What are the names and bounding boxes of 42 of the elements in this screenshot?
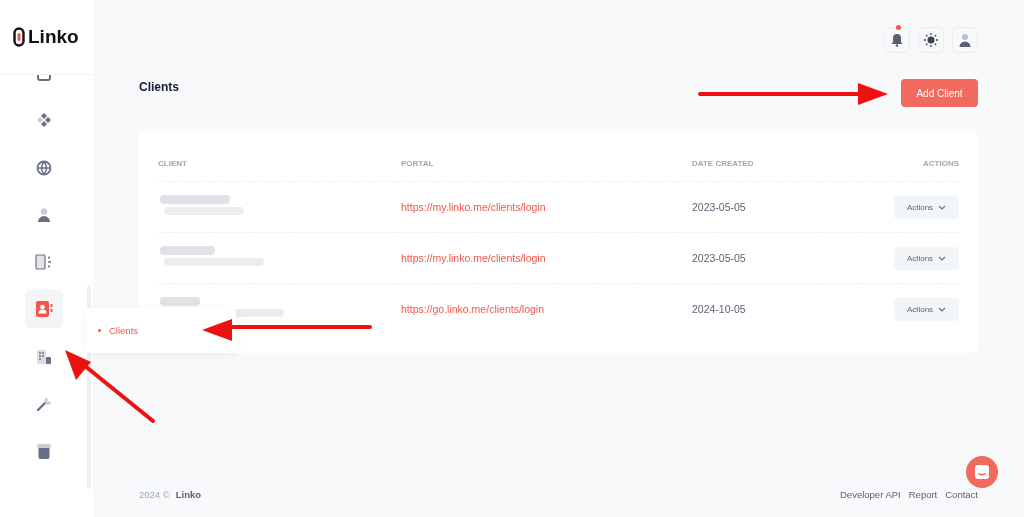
globe-icon xyxy=(36,159,52,176)
portal-link[interactable]: https://go.linko.me/clients/login xyxy=(401,303,692,315)
column-header: ACTIONS xyxy=(922,158,959,168)
page-title: Clients xyxy=(139,79,179,94)
date-created: 2023-05-05 xyxy=(692,201,747,213)
chat-button[interactable] xyxy=(966,456,998,488)
brand-name: Linko xyxy=(28,26,79,48)
chat-icon xyxy=(974,464,990,480)
chevron-down-icon xyxy=(938,306,947,312)
footer-link[interactable]: Report xyxy=(908,489,938,517)
contact-card-icon xyxy=(35,300,53,319)
copyright-year: 2024 © xyxy=(139,489,170,502)
chevron-down-icon xyxy=(938,255,947,261)
building-icon xyxy=(36,348,52,365)
portal-link[interactable]: https://my.linko.me/clients/login xyxy=(401,201,692,213)
profile-button[interactable] xyxy=(952,27,978,53)
user-icon xyxy=(959,33,971,47)
logo-icon xyxy=(13,27,25,47)
chevron-down-icon xyxy=(938,204,947,210)
actions-dropdown[interactable]: Actions xyxy=(894,246,959,270)
actions-dropdown[interactable]: Actions xyxy=(894,195,959,219)
theme-button[interactable] xyxy=(918,27,944,53)
user-icon xyxy=(36,206,52,223)
column-header: CLIENT xyxy=(158,158,188,168)
column-header: PORTAL xyxy=(401,158,435,168)
sun-icon xyxy=(924,33,938,47)
column-header: DATE CREATED xyxy=(692,158,755,168)
bell-icon xyxy=(891,33,903,47)
actions-dropdown[interactable]: Actions xyxy=(894,297,959,321)
trash-icon xyxy=(37,443,51,460)
notifications-button[interactable] xyxy=(884,27,910,53)
portal-link[interactable]: https://my.linko.me/clients/login xyxy=(401,252,692,264)
phone-icon xyxy=(35,254,53,271)
footer-brand: Linko xyxy=(175,489,202,502)
date-created: 2024-10-05 xyxy=(692,303,747,315)
footer-link[interactable]: Contact xyxy=(945,489,978,517)
wrench-icon xyxy=(36,396,52,413)
submenu-item[interactable]: Clients xyxy=(98,325,139,336)
date-created: 2023-05-05 xyxy=(692,252,747,264)
dots-icon xyxy=(36,112,52,129)
footer-link[interactable]: Developer API xyxy=(840,489,901,517)
nav-item[interactable] xyxy=(25,290,63,329)
